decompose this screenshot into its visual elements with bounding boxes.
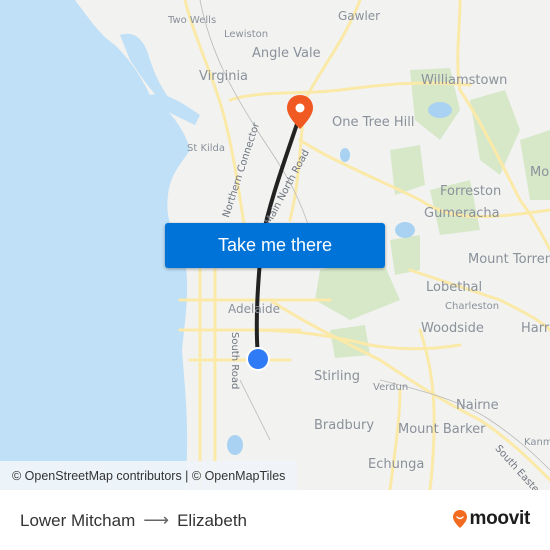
map-label-gawler: Gawler bbox=[338, 9, 381, 23]
map-label-lewiston: Lewiston bbox=[224, 29, 269, 40]
map-label-woodside: Woodside bbox=[421, 321, 484, 336]
map-label-kanm: Kanm bbox=[524, 437, 550, 448]
route-title: Lower Mitcham ⟶ Elizabeth bbox=[20, 510, 247, 531]
take-me-there-button[interactable]: Take me there bbox=[165, 223, 385, 268]
map-label-adelaide: Adelaide bbox=[228, 302, 281, 316]
footer: Lower Mitcham ⟶ Elizabeth moovit bbox=[0, 490, 550, 550]
map-label-bradbury: Bradbury bbox=[314, 418, 375, 433]
arrow-right-icon: ⟶ bbox=[143, 510, 170, 530]
map-label-forreston: Forreston bbox=[440, 184, 502, 199]
map-label-st-kilda: St Kilda bbox=[187, 143, 226, 154]
brand-name: moovit bbox=[469, 508, 531, 529]
map-label-mount-barker: Mount Barker bbox=[398, 422, 486, 437]
moovit-logo[interactable]: moovit bbox=[452, 508, 530, 530]
map-label-angle-vale: Angle Vale bbox=[252, 46, 321, 61]
map-label-mo: Mo bbox=[530, 165, 550, 180]
map-pin-icon[interactable] bbox=[285, 94, 315, 130]
map-label-echunga: Echunga bbox=[368, 457, 425, 472]
map-label-verdun: Verdun bbox=[373, 382, 409, 393]
map[interactable]: Two Wells Lewiston Gawler Angle Vale Vir… bbox=[0, 0, 550, 490]
map-label-gumeracha: Gumeracha bbox=[424, 206, 500, 221]
origin-name: Lower Mitcham bbox=[20, 510, 136, 530]
map-label-virginia: Virginia bbox=[199, 69, 249, 84]
moovit-pin-icon bbox=[452, 510, 467, 528]
map-label-nairne: Nairne bbox=[456, 398, 499, 413]
road-label-south-road: South Road bbox=[229, 332, 240, 390]
origin-dot-icon[interactable] bbox=[245, 346, 271, 372]
map-label-one-tree-hill: One Tree Hill bbox=[332, 115, 415, 130]
map-label-two-wells: Two Wells bbox=[168, 15, 217, 26]
map-attribution[interactable]: © OpenStreetMap contributors | © OpenMap… bbox=[0, 461, 298, 490]
destination-name: Elizabeth bbox=[177, 510, 248, 530]
map-label-williamstown: Williamstown bbox=[421, 73, 508, 88]
map-label-mount-torrens: Mount Torrens bbox=[468, 252, 550, 267]
sea bbox=[0, 0, 190, 490]
map-label-lobethal: Lobethal bbox=[426, 280, 483, 295]
map-label-charleston: Charleston bbox=[445, 301, 500, 312]
map-label-stirling: Stirling bbox=[314, 369, 361, 384]
map-label-harr: Harr bbox=[521, 321, 550, 336]
